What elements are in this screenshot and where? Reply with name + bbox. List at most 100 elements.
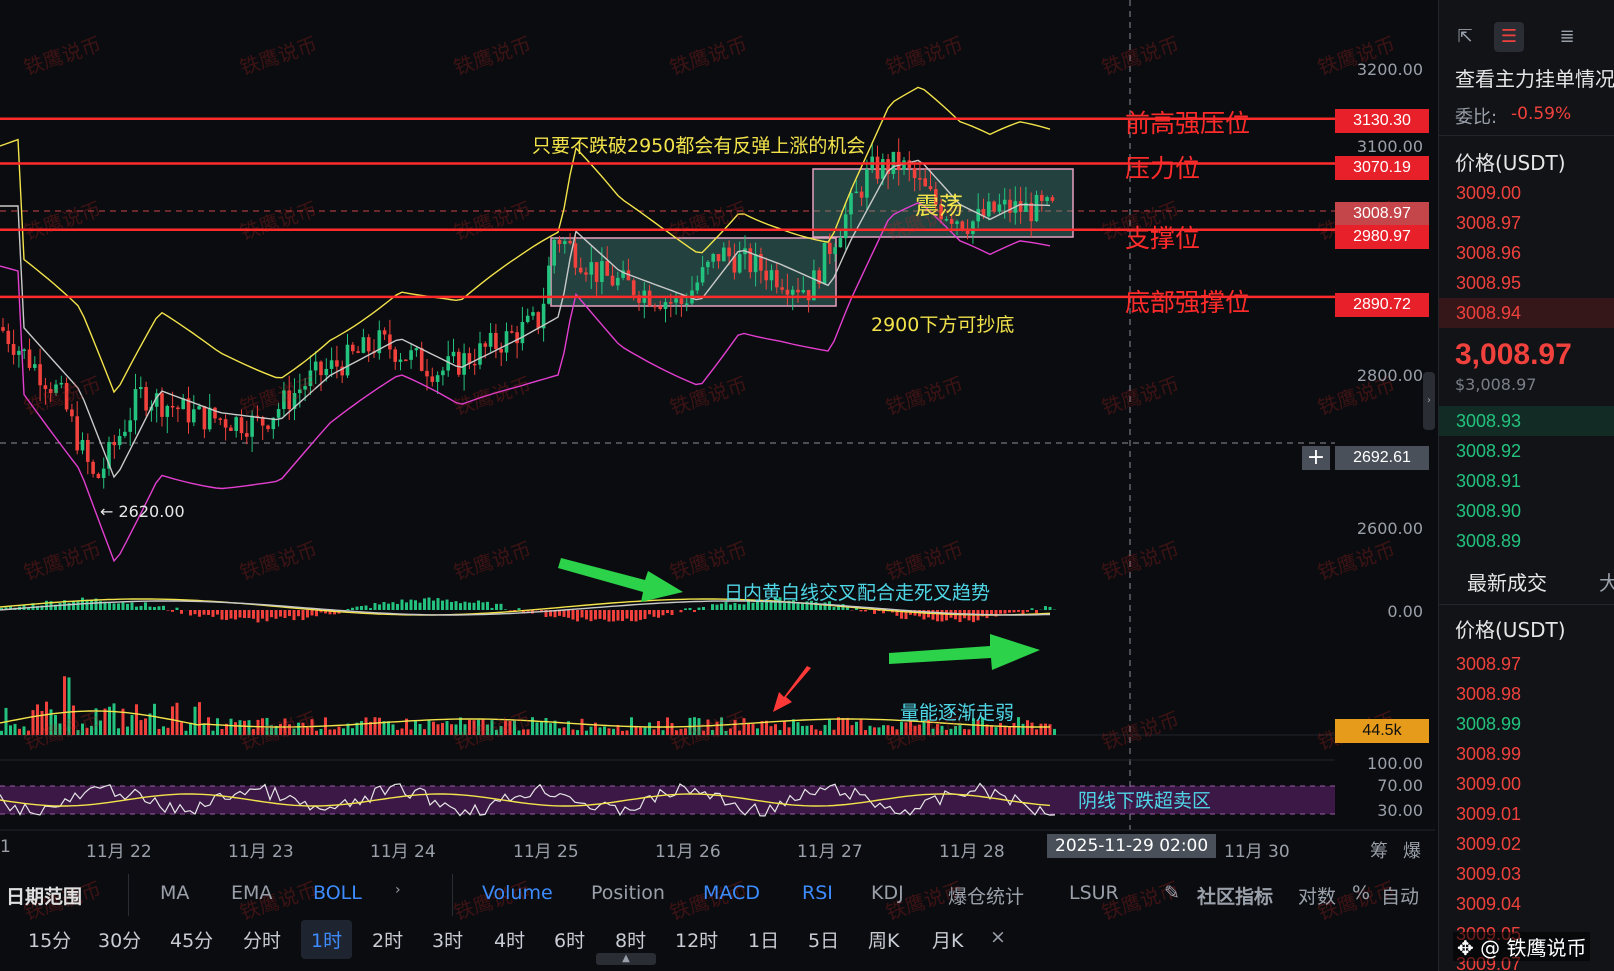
edit-icon[interactable]: ✎ bbox=[1164, 882, 1180, 904]
interval-14[interactable]: 月K bbox=[932, 926, 963, 953]
volume-bar bbox=[454, 724, 458, 735]
add-line-icon[interactable]: + bbox=[1302, 446, 1330, 470]
interval-9[interactable]: 8时 bbox=[615, 926, 646, 953]
chart-area[interactable]: 铁鹰说币 铁鹰说币 铁鹰说币 铁鹰说币 铁鹰说币 铁鹰说币 铁鹰说币 铁鹰说币 铁鹰说币 铁鹰说币… bbox=[0, 0, 1435, 971]
collapse-panel-handle[interactable]: › bbox=[1423, 372, 1435, 430]
macd-histogram-bar bbox=[832, 607, 836, 610]
indicator-kdj[interactable]: KDJ bbox=[871, 882, 904, 904]
interval-12[interactable]: 5日 bbox=[808, 926, 839, 953]
candle-body bbox=[1034, 194, 1039, 222]
candle-body bbox=[987, 201, 991, 217]
ask-row[interactable]: 3008.95 bbox=[1439, 268, 1614, 298]
bid-row[interactable]: 3008.90 bbox=[1439, 496, 1614, 526]
macd-histogram-bar bbox=[450, 602, 453, 610]
interval-1[interactable]: 30分 bbox=[98, 926, 141, 953]
indicator-ema[interactable]: EMA bbox=[231, 882, 272, 904]
interval-5[interactable]: 2时 bbox=[372, 926, 403, 953]
macd-histogram-bar bbox=[661, 610, 665, 616]
bid-row[interactable]: 3008.91 bbox=[1439, 466, 1614, 496]
volume-bar bbox=[481, 718, 485, 735]
volume-bar bbox=[607, 728, 611, 735]
bid-row[interactable]: 3008.93 bbox=[1439, 406, 1614, 436]
community-indicators-button[interactable]: 社区指标 bbox=[1197, 882, 1273, 909]
candle-body bbox=[536, 312, 541, 329]
percent-scale-toggle[interactable]: % bbox=[1352, 882, 1370, 904]
macd-histogram-bar bbox=[477, 600, 480, 610]
ratio-value: -0.59% bbox=[1511, 104, 1572, 124]
macd-histogram-bar bbox=[346, 608, 350, 610]
macd-histogram-bar bbox=[355, 606, 359, 610]
interval-6[interactable]: 3时 bbox=[432, 926, 463, 953]
macd-histogram-bar bbox=[621, 610, 624, 622]
date-range-button[interactable]: 日期范围 bbox=[6, 882, 82, 909]
interval-2[interactable]: 45分 bbox=[170, 926, 213, 953]
volume-bar bbox=[522, 729, 525, 735]
indicator-lsur[interactable]: LSUR bbox=[1069, 882, 1119, 904]
interval-8[interactable]: 6时 bbox=[554, 926, 585, 953]
bid-row[interactable]: 3008.89 bbox=[1439, 526, 1614, 556]
log-scale-toggle[interactable]: 对数 bbox=[1298, 882, 1336, 909]
candle-body bbox=[329, 360, 334, 369]
macd-histogram-bar bbox=[472, 602, 476, 610]
chevron-right-icon[interactable]: › bbox=[395, 882, 401, 898]
candle-body bbox=[520, 321, 525, 344]
volume-bar bbox=[990, 725, 993, 735]
candle-body bbox=[727, 247, 731, 257]
candle-body bbox=[610, 275, 615, 286]
indicator-position[interactable]: Position bbox=[591, 882, 665, 904]
macd-histogram-bar bbox=[571, 610, 575, 620]
expand-icon[interactable]: ⇱ bbox=[1450, 22, 1480, 52]
ask-row[interactable]: 3008.94 bbox=[1439, 298, 1614, 328]
candle-body bbox=[833, 247, 837, 254]
list-view-icon[interactable]: ≣ bbox=[1552, 22, 1582, 52]
price-tag-bottom: 2890.72 bbox=[1335, 293, 1429, 317]
interval-11[interactable]: 1日 bbox=[748, 926, 779, 953]
interval-13[interactable]: 周K bbox=[868, 926, 899, 953]
candle-body bbox=[91, 461, 95, 474]
volume-bar bbox=[558, 728, 561, 735]
indicator-boll[interactable]: BOLL bbox=[313, 882, 362, 904]
low-marker: ← 2620.00 bbox=[100, 502, 185, 521]
auto-scale-toggle[interactable]: 自动 bbox=[1381, 882, 1419, 909]
close-icon[interactable]: × bbox=[990, 926, 1006, 948]
ask-row[interactable]: 3008.96 bbox=[1439, 238, 1614, 268]
interval-10[interactable]: 12时 bbox=[675, 926, 718, 953]
volume-bar bbox=[31, 710, 35, 735]
liquidation-button[interactable]: 爆 bbox=[1403, 837, 1421, 863]
chips-button[interactable]: 筹 bbox=[1370, 837, 1388, 863]
candle-body bbox=[197, 406, 201, 410]
volume-bar bbox=[166, 727, 170, 735]
volume-bar bbox=[819, 730, 822, 735]
bid-row[interactable]: 3008.92 bbox=[1439, 436, 1614, 466]
candle-body bbox=[165, 405, 170, 417]
candle-body bbox=[80, 439, 85, 451]
indicator-volume[interactable]: Volume bbox=[482, 882, 553, 904]
macd-histogram-bar bbox=[220, 610, 224, 620]
volume-bar bbox=[216, 718, 219, 735]
candle-body bbox=[976, 208, 980, 222]
interval-0[interactable]: 15分 bbox=[28, 926, 71, 953]
indicator-liquidation[interactable]: 爆仓统计 bbox=[948, 882, 1024, 909]
interval-4[interactable]: 1时 bbox=[301, 920, 353, 959]
volume-bar bbox=[787, 727, 791, 735]
order-book-view-icon[interactable]: ☰ bbox=[1494, 22, 1524, 52]
ask-row[interactable]: 3008.97 bbox=[1439, 208, 1614, 238]
volume-bar bbox=[211, 730, 215, 735]
volume-bar bbox=[738, 730, 741, 735]
interval-7[interactable]: 4时 bbox=[494, 926, 525, 953]
indicator-rsi[interactable]: RSI bbox=[802, 882, 833, 904]
trades-title[interactable]: 最新成交 bbox=[1467, 567, 1547, 596]
chevron-up-icon[interactable]: ▲ bbox=[596, 953, 656, 965]
indicator-macd[interactable]: MACD bbox=[703, 882, 760, 904]
macd-histogram-bar bbox=[162, 605, 165, 610]
candle-body bbox=[859, 191, 864, 198]
indicator-ma[interactable]: MA bbox=[160, 882, 189, 904]
interval-3[interactable]: 分时 bbox=[243, 926, 281, 953]
volume-bar bbox=[882, 725, 885, 735]
ask-row[interactable]: 3009.00 bbox=[1439, 178, 1614, 208]
date-start: 1 bbox=[0, 837, 11, 857]
candle-body bbox=[319, 361, 323, 376]
trades-large-tab[interactable]: 大 bbox=[1599, 567, 1614, 596]
panel-title[interactable]: 查看主力挂单情况 bbox=[1455, 63, 1614, 92]
volume-bar bbox=[679, 728, 683, 735]
